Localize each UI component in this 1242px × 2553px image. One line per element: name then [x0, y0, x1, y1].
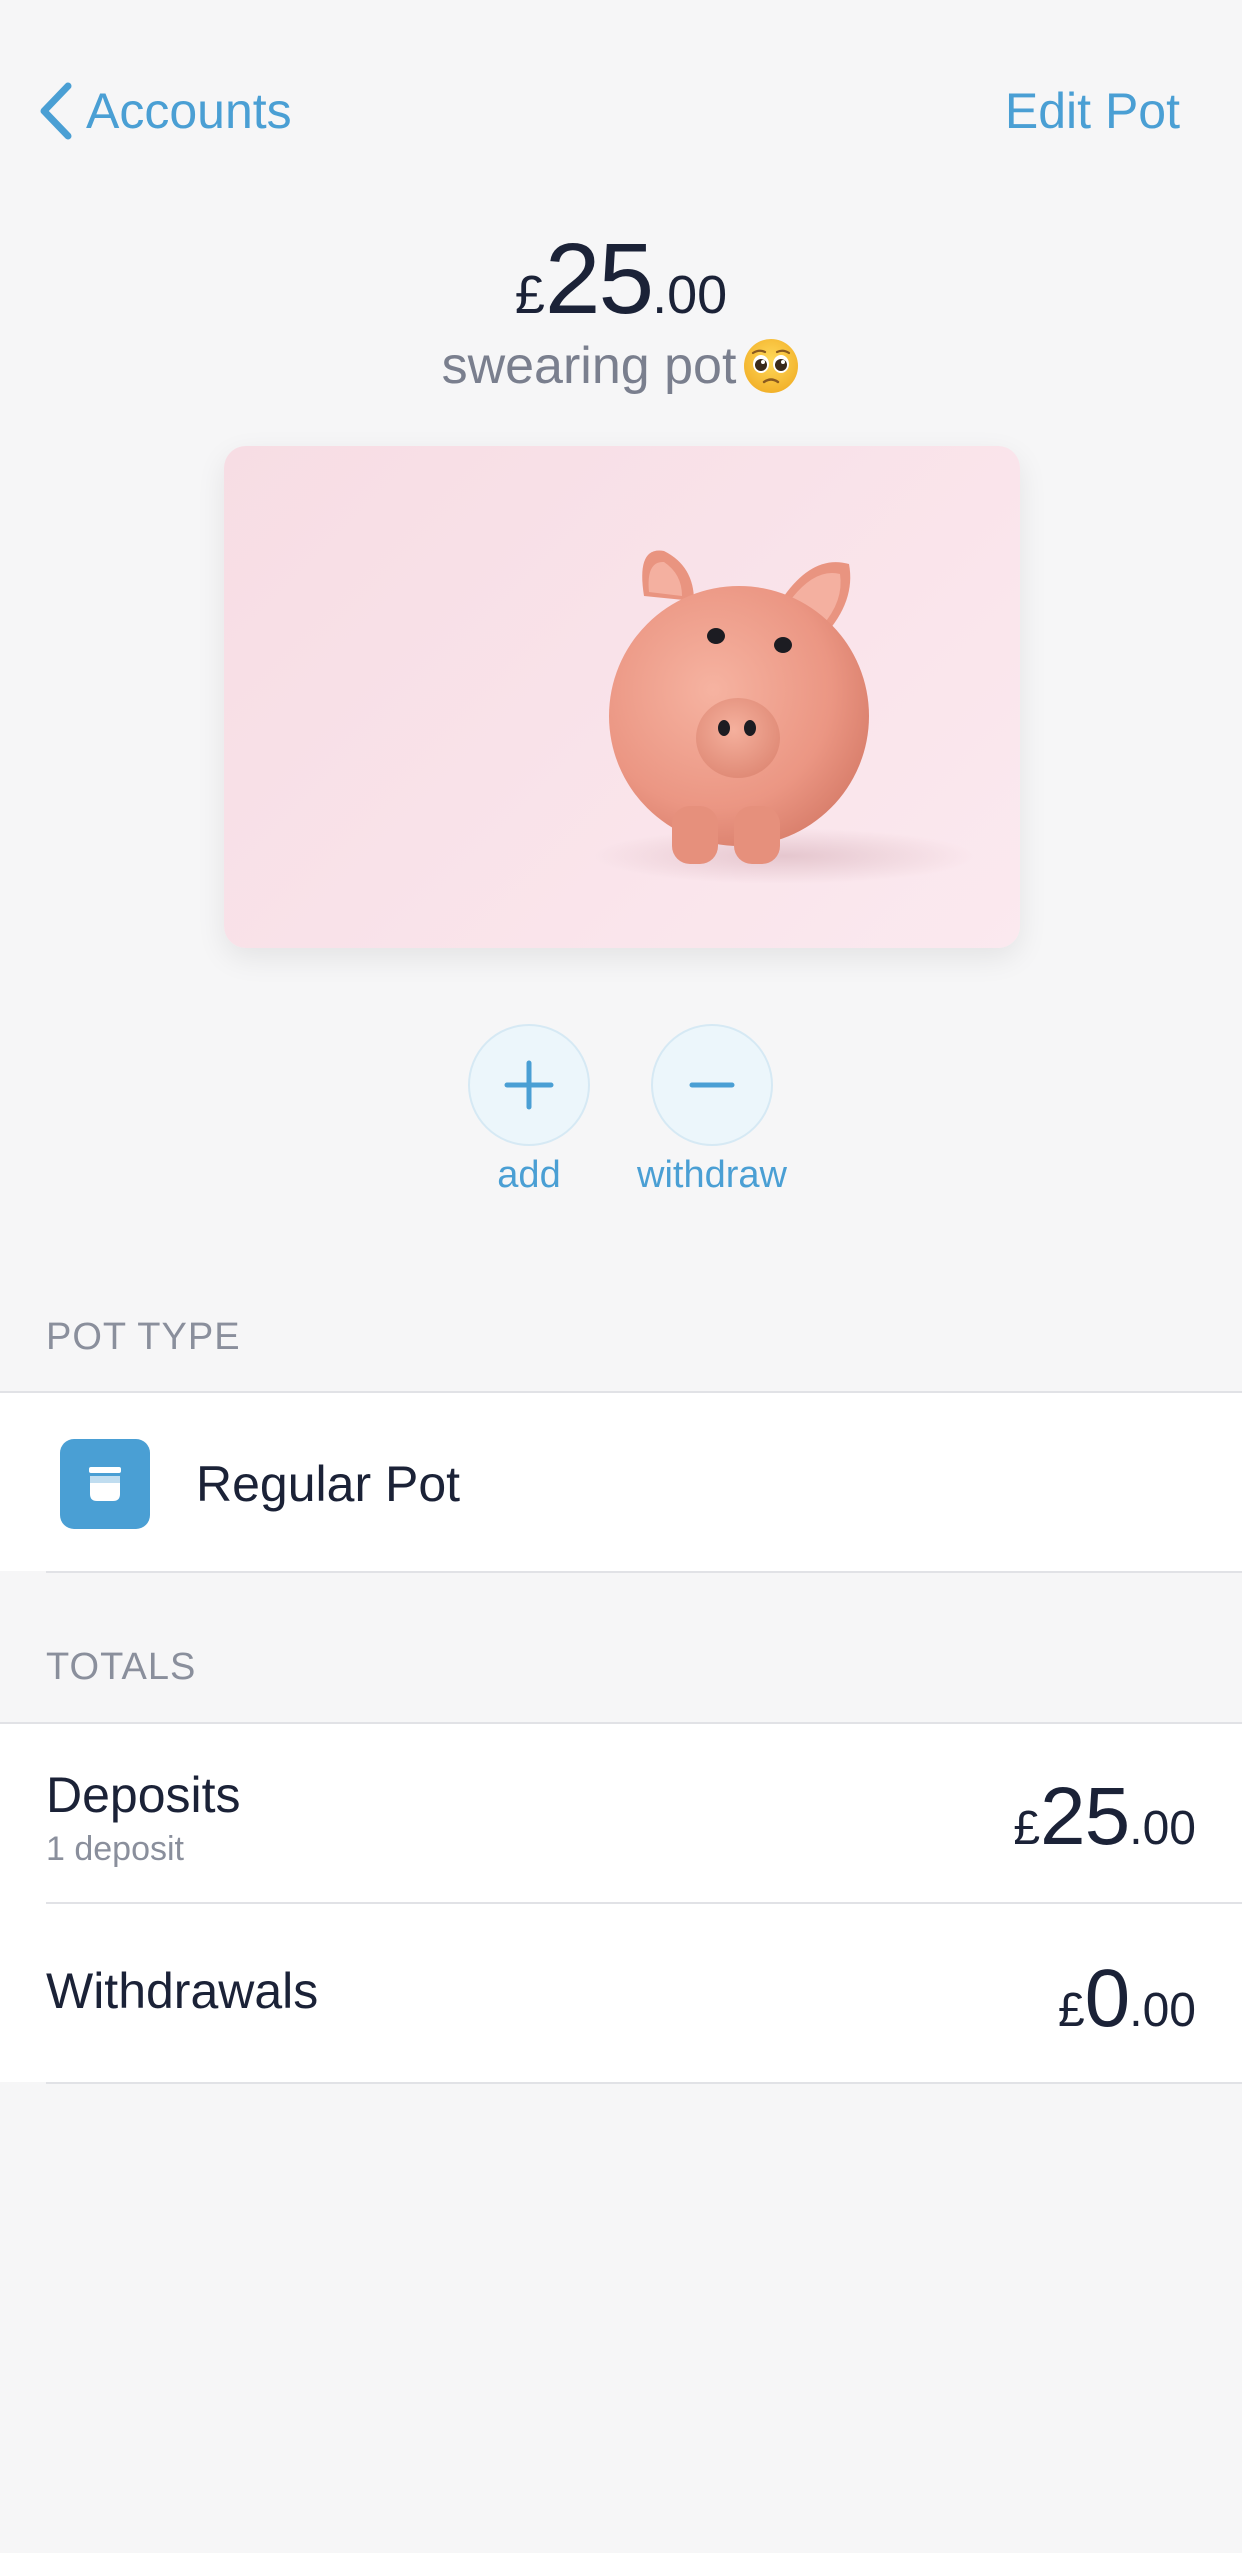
pot-type-header: POT TYPE	[46, 1316, 241, 1358]
divider	[46, 1902, 1242, 1904]
back-button[interactable]: Accounts	[36, 76, 292, 146]
deposits-minor: .00	[1129, 1802, 1196, 1855]
deposits-label: Deposits	[46, 1767, 241, 1823]
balance-currency: £	[514, 265, 545, 325]
add-action: add	[468, 1024, 590, 1196]
withdrawals-major: 0	[1084, 1953, 1131, 2044]
divider	[46, 2082, 1242, 2084]
edit-pot-button[interactable]: Edit Pot	[1005, 76, 1180, 146]
add-label[interactable]: add	[497, 1154, 560, 1197]
back-button-label: Accounts	[86, 83, 292, 139]
withdrawals-minor: .00	[1129, 1984, 1196, 2037]
deposits-count: 1 deposit	[46, 1830, 184, 1868]
withdrawals-label: Withdrawals	[46, 1963, 319, 2019]
pot-name-text: swearing pot	[441, 337, 737, 395]
withdraw-action: withdraw	[637, 1024, 787, 1196]
withdraw-label[interactable]: withdraw	[637, 1154, 787, 1197]
minus-icon	[689, 1082, 735, 1088]
withdrawals-currency: £	[1057, 1984, 1085, 2037]
totals-header: TOTALS	[46, 1646, 197, 1688]
withdrawals-amount: £0.00	[1058, 1952, 1196, 2046]
deposits-currency: £	[1013, 1802, 1041, 1855]
deposits-amount: £25.00	[1013, 1770, 1196, 1864]
balance-minor: .00	[652, 265, 728, 325]
pot-balance: £25.00	[0, 222, 1242, 337]
pot-name: swearing pot	[0, 336, 1242, 396]
piggy-bank-illustration	[594, 550, 974, 884]
totals-panel: Deposits 1 deposit £25.00 Withdrawals £0…	[0, 1724, 1242, 2082]
pot-type-row[interactable]: Regular Pot	[0, 1393, 1242, 1571]
divider	[46, 1571, 1242, 1573]
add-button[interactable]	[468, 1024, 590, 1146]
pot-type-label: Regular Pot	[196, 1456, 461, 1512]
deposits-major: 25	[1040, 1771, 1130, 1862]
pot-icon	[60, 1439, 150, 1529]
chevron-left-icon	[40, 82, 72, 140]
navigation-bar: Accounts Edit Pot	[0, 0, 1242, 200]
withdraw-button[interactable]	[651, 1024, 773, 1146]
pot-cover-image	[224, 446, 1020, 948]
pleading-face-emoji-icon	[744, 339, 799, 393]
balance-major: 25	[544, 223, 654, 335]
plus-icon	[504, 1060, 554, 1110]
